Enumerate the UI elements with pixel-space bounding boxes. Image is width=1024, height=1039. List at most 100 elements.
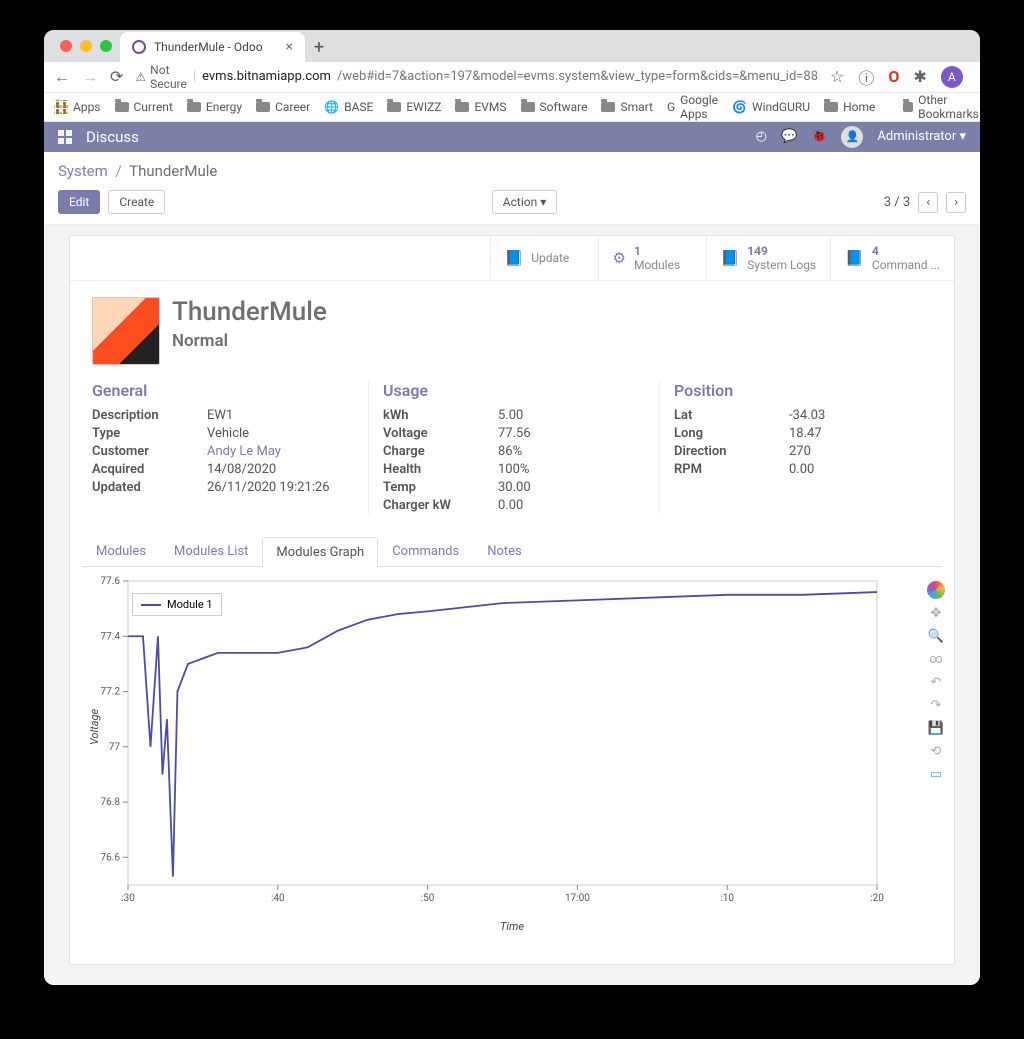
tab-modules-graph[interactable]: Modules Graph — [262, 537, 378, 567]
stat-system-logs[interactable]: 📘 149System Logs — [706, 236, 831, 280]
maximize-window[interactable] — [100, 40, 112, 52]
stat-modules[interactable]: ⚙ 1Modules — [598, 236, 706, 280]
url-host: evms.bitnamiapp.com — [202, 69, 331, 84]
security-badge[interactable]: ⚠ Not Secure — [135, 63, 186, 91]
x-axis-label: Time — [500, 920, 524, 933]
reset-icon[interactable]: ⟲ — [927, 742, 945, 760]
val-health: 100% — [498, 462, 529, 477]
extensions-icon[interactable]: ✱ — [913, 67, 926, 86]
bookmark-smart[interactable]: Smart — [601, 100, 652, 114]
val-updated: 26/11/2020 19:21:26 — [207, 480, 330, 495]
action-dropdown[interactable]: Action ▾ — [492, 190, 557, 214]
profile-avatar[interactable]: A — [941, 66, 963, 88]
tab-notes[interactable]: Notes — [473, 536, 536, 566]
record-image[interactable] — [92, 297, 160, 365]
chart-area: 76.676.87777.277.477.6:30:40:5017:00:10:… — [82, 575, 942, 935]
legend-line-icon — [141, 604, 161, 606]
star-icon[interactable]: ☆ — [830, 67, 844, 86]
save-icon[interactable]: 💾 — [927, 719, 945, 737]
bookmark-software[interactable]: Software — [521, 100, 588, 114]
val-charger: 0.00 — [498, 498, 523, 513]
tab-commands[interactable]: Commands — [378, 536, 473, 566]
folder-icon — [521, 102, 535, 112]
url-display[interactable]: ⚠ Not Secure | evms.bitnamiapp.com/web#i… — [135, 63, 818, 91]
browser-tab[interactable]: ThunderMule - Odoo × — [120, 32, 305, 62]
val-charge: 86% — [498, 444, 522, 459]
tab-modules[interactable]: Modules — [82, 536, 160, 566]
pager-next[interactable]: › — [946, 192, 966, 213]
record-state: Normal — [172, 331, 327, 351]
svg-text:77.2: 77.2 — [101, 687, 121, 698]
book-icon: 📘 — [721, 249, 740, 267]
opera-icon[interactable]: O — [888, 67, 899, 86]
svg-text::30: :30 — [121, 893, 135, 904]
messages-icon[interactable]: 💬 — [781, 129, 797, 144]
folder-icon — [903, 102, 913, 112]
y-axis-label: Voltage — [88, 709, 101, 745]
menu-icon[interactable]: ⋮ — [977, 67, 980, 86]
activities-icon[interactable]: ◴ — [756, 129, 767, 144]
new-tab-button[interactable]: + — [305, 37, 333, 62]
general-heading: General — [92, 381, 350, 400]
svg-text::10: :10 — [720, 893, 734, 904]
box-zoom-icon[interactable]: 🔍 — [927, 627, 945, 645]
wheel-zoom-icon[interactable]: ∞ — [927, 650, 945, 668]
val-temp: 30.00 — [498, 480, 531, 495]
edit-button[interactable]: Edit — [58, 190, 100, 214]
close-tab-icon[interactable]: × — [286, 39, 293, 55]
other-bookmarks[interactable]: Other Bookmarks — [903, 93, 980, 121]
position-heading: Position — [674, 381, 932, 400]
pan-icon[interactable]: ✥ — [927, 604, 945, 622]
bookmark-home[interactable]: Home — [824, 100, 875, 114]
info-icon[interactable]: ⓘ — [858, 65, 874, 89]
bookmark-windguru[interactable]: 🌀WindGURU — [732, 100, 810, 114]
bookmark-current[interactable]: Current — [115, 100, 173, 114]
record-header: ThunderMule Normal — [70, 281, 954, 371]
tab-modules-list[interactable]: Modules List — [160, 536, 262, 566]
create-button[interactable]: Create — [108, 190, 165, 214]
bokeh-logo-icon[interactable] — [927, 581, 945, 599]
bookmark-ewizz[interactable]: EWIZZ — [387, 100, 441, 114]
url-path: /web#id=7&action=197&model=evms.system&v… — [337, 69, 818, 84]
folder-icon — [601, 102, 615, 112]
crumb-system[interactable]: System — [58, 162, 108, 180]
folder-icon — [187, 102, 201, 112]
bookmark-evms[interactable]: EVMS — [455, 100, 506, 114]
reload-icon[interactable]: ⟳ — [110, 67, 123, 86]
stat-commands[interactable]: 📘 4Command ... — [830, 236, 954, 280]
bookmark-career[interactable]: Career — [256, 100, 310, 114]
gear-icon: ⚙ — [613, 249, 626, 267]
apps-shortcut[interactable]: Apps — [54, 100, 101, 114]
book-icon: 📘 — [845, 249, 864, 267]
user-menu[interactable]: Administrator ▾ — [877, 129, 966, 144]
svg-text::20: :20 — [870, 893, 884, 904]
pager-prev[interactable]: ‹ — [918, 192, 938, 213]
form-view: 📘 Update ⚙ 1Modules 📘 149System Logs 📘 4… — [44, 225, 980, 985]
favicon-icon — [132, 40, 146, 54]
chart-legend: Module 1 — [132, 593, 222, 616]
bookmark-energy[interactable]: Energy — [187, 100, 242, 114]
back-icon[interactable]: ← — [54, 67, 70, 87]
close-window[interactable] — [60, 40, 72, 52]
folder-icon — [455, 102, 469, 112]
val-voltage: 77.56 — [498, 426, 531, 441]
apps-grid-icon — [54, 100, 68, 114]
bookmark-base[interactable]: 🌐BASE — [324, 100, 373, 114]
svg-text:77.4: 77.4 — [101, 631, 121, 642]
hover-icon[interactable]: ▭ — [927, 765, 945, 783]
folder-icon — [824, 102, 838, 112]
bookmark-google[interactable]: G Google Apps — [667, 93, 718, 121]
val-customer[interactable]: Andy Le May — [207, 444, 281, 459]
val-lat: -34.03 — [789, 408, 825, 423]
voltage-chart[interactable]: 76.676.87777.277.477.6:30:40:5017:00:10:… — [82, 575, 892, 915]
val-direction: 270 — [789, 444, 811, 459]
apps-menu-icon[interactable] — [58, 130, 72, 144]
breadcrumb: System / ThunderMule — [44, 152, 980, 186]
redo-icon[interactable]: ↷ — [927, 696, 945, 714]
minimize-window[interactable] — [80, 40, 92, 52]
stat-update[interactable]: 📘 Update — [490, 236, 598, 280]
address-bar: ← → ⟳ ⚠ Not Secure | evms.bitnamiapp.com… — [44, 62, 980, 93]
svg-text::40: :40 — [271, 893, 285, 904]
debug-icon[interactable]: 🐞 — [811, 129, 827, 144]
undo-icon[interactable]: ↶ — [927, 673, 945, 691]
